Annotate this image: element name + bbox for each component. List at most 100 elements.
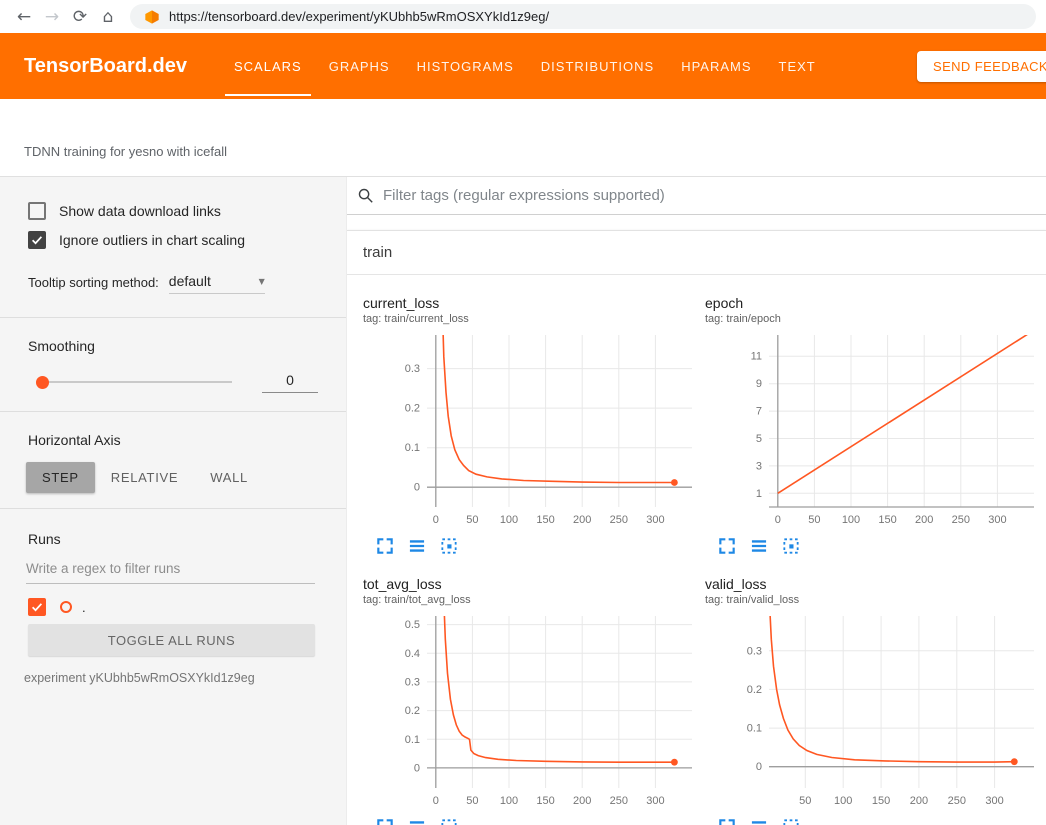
tooltip-sorting-label: Tooltip sorting method: (28, 275, 159, 294)
ignore-outliers-row[interactable]: Ignore outliers in chart scaling (28, 231, 330, 249)
svg-text:300: 300 (646, 795, 664, 807)
svg-text:200: 200 (910, 795, 928, 807)
send-feedback-button[interactable]: SEND FEEDBACK (917, 51, 1046, 82)
fit-domain-icon[interactable] (781, 536, 801, 556)
chart-title: epoch (705, 295, 1042, 311)
svg-text:0.3: 0.3 (405, 363, 420, 375)
svg-text:150: 150 (536, 514, 554, 526)
svg-text:0.5: 0.5 (405, 619, 420, 631)
tab-scalars[interactable]: SCALARS (225, 33, 311, 99)
expand-chart-icon[interactable] (375, 536, 395, 556)
fit-domain-icon[interactable] (439, 817, 459, 825)
svg-text:0.2: 0.2 (405, 403, 420, 415)
svg-text:50: 50 (466, 795, 478, 807)
brand-title[interactable]: TensorBoard.dev (24, 55, 187, 78)
smoothing-value[interactable]: 0 (262, 372, 318, 393)
svg-text:0: 0 (433, 514, 439, 526)
smoothing-slider-row: 0 (40, 371, 330, 393)
smoothing-label: Smoothing (28, 338, 346, 354)
check-icon (30, 600, 44, 614)
svg-text:250: 250 (610, 514, 628, 526)
smoothing-slider[interactable] (40, 381, 232, 383)
svg-text:0: 0 (433, 795, 439, 807)
svg-text:0: 0 (414, 482, 420, 494)
tab-graphs[interactable]: GRAPHS (320, 33, 399, 99)
axis-step-button[interactable]: STEP (26, 462, 95, 493)
svg-text:9: 9 (756, 378, 762, 390)
svg-text:0: 0 (414, 762, 420, 774)
show-download-links-row[interactable]: Show data download links (28, 202, 330, 220)
refresh-icon[interactable]: ⟳ (66, 3, 94, 31)
svg-text:0.2: 0.2 (747, 684, 762, 696)
smoothing-slider-thumb[interactable] (36, 376, 49, 389)
tab-hparams[interactable]: HPARAMS (672, 33, 760, 99)
divider (0, 508, 346, 509)
runs-selector-icon[interactable] (407, 817, 427, 825)
experiment-id: experiment yKUbhb5wRmOSXYkId1z9eg (24, 671, 346, 685)
runs-selector-icon[interactable] (407, 536, 427, 556)
axis-wall-button[interactable]: WALL (194, 462, 264, 493)
expand-chart-icon[interactable] (375, 817, 395, 825)
browser-chrome: ← → ⟳ ⌂ https://tensorboard.dev/experime… (0, 0, 1046, 33)
svg-text:0: 0 (775, 514, 781, 526)
svg-text:300: 300 (646, 514, 664, 526)
tag-filter-input[interactable] (383, 187, 1046, 204)
svg-text:0.4: 0.4 (405, 648, 420, 660)
divider (0, 317, 346, 318)
svg-text:3: 3 (756, 460, 762, 472)
series-end-dot (671, 759, 678, 766)
chart-title: tot_avg_loss (363, 576, 700, 592)
ignore-outliers-label: Ignore outliers in chart scaling (59, 232, 245, 248)
svg-text:200: 200 (573, 795, 591, 807)
tab-distributions[interactable]: DISTRIBUTIONS (532, 33, 663, 99)
svg-text:1: 1 (756, 488, 762, 500)
tab-histograms[interactable]: HISTOGRAMS (408, 33, 523, 99)
tooltip-sorting-row: Tooltip sorting method: default ▼ (28, 273, 330, 294)
run-row[interactable]: . (28, 598, 346, 616)
series-end-dot (671, 479, 678, 486)
svg-text:0.3: 0.3 (405, 676, 420, 688)
chart-card-current_loss: current_losstag: train/current_loss05010… (363, 295, 700, 560)
runs-selector-icon[interactable] (749, 536, 769, 556)
fit-domain-icon[interactable] (781, 817, 801, 825)
url-bar[interactable]: https://tensorboard.dev/experiment/yKUbh… (130, 4, 1036, 29)
toggle-all-runs-button[interactable]: TOGGLE ALL RUNS (28, 624, 315, 656)
expand-chart-icon[interactable] (717, 536, 737, 556)
dropdown-caret-icon: ▼ (259, 277, 265, 286)
run-checkbox[interactable] (28, 598, 46, 616)
svg-text:100: 100 (500, 795, 518, 807)
chart-title: current_loss (363, 295, 700, 311)
chart-plot[interactable]: 5010015020025030000.10.20.3 (705, 610, 1042, 815)
svg-text:0: 0 (756, 761, 762, 773)
svg-text:200: 200 (915, 514, 933, 526)
tooltip-sorting-dropdown[interactable]: default ▼ (169, 273, 265, 294)
svg-text:0.1: 0.1 (405, 734, 420, 746)
axis-relative-button[interactable]: RELATIVE (95, 462, 195, 493)
svg-text:50: 50 (466, 514, 478, 526)
show-download-links-checkbox[interactable] (28, 202, 46, 220)
runs-label: Runs (28, 531, 346, 547)
tab-text[interactable]: TEXT (770, 33, 825, 99)
url-text[interactable]: https://tensorboard.dev/experiment/yKUbh… (169, 9, 549, 24)
chart-toolbar (363, 536, 700, 560)
home-icon[interactable]: ⌂ (94, 3, 122, 31)
runs-selector-icon[interactable] (749, 817, 769, 825)
ignore-outliers-checkbox[interactable] (28, 231, 46, 249)
app-header: TensorBoard.dev SCALARSGRAPHSHISTOGRAMSD… (0, 33, 1046, 99)
back-icon[interactable]: ← (10, 3, 38, 31)
forward-icon[interactable]: → (38, 3, 66, 31)
svg-text:0.1: 0.1 (747, 723, 762, 735)
chart-card-epoch: epochtag: train/epoch0501001502002503001… (705, 295, 1042, 560)
runs-filter-input[interactable] (26, 557, 315, 584)
charts-grid: current_losstag: train/current_loss05010… (347, 275, 1046, 825)
chart-plot[interactable]: 05010015020025030000.10.20.3 (363, 329, 700, 534)
chart-toolbar (363, 817, 700, 825)
chart-plot[interactable]: 05010015020025030000.10.20.30.40.5 (363, 610, 700, 815)
expand-chart-icon[interactable] (717, 817, 737, 825)
header-tabs: SCALARSGRAPHSHISTOGRAMSDISTRIBUTIONSHPAR… (225, 33, 834, 99)
svg-text:300: 300 (985, 795, 1003, 807)
tensorboard-favicon (144, 9, 160, 25)
section-header[interactable]: train (347, 231, 1046, 275)
fit-domain-icon[interactable] (439, 536, 459, 556)
chart-plot[interactable]: 0501001502002503001357911 (705, 329, 1042, 534)
